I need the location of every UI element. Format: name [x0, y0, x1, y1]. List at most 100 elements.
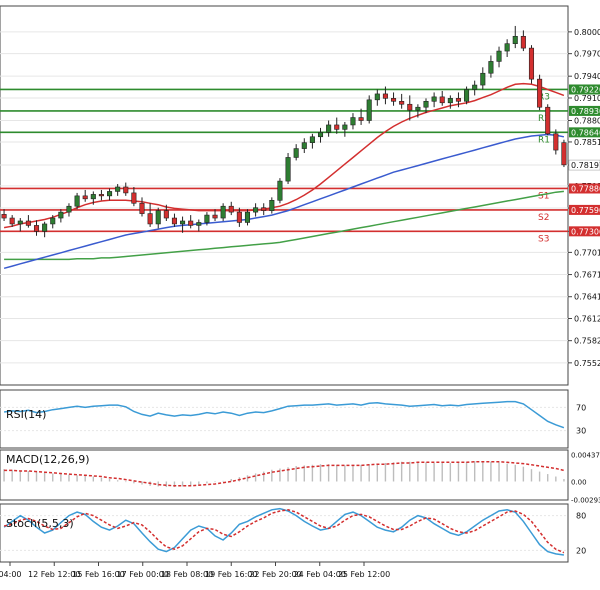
macd-label: MACD(12,26,9)	[6, 453, 90, 466]
candle-body	[98, 194, 104, 197]
candle-body	[228, 205, 234, 213]
candle-body	[480, 72, 486, 86]
macd-histogram-bar	[165, 481, 168, 488]
candle-body	[504, 43, 510, 52]
macd-histogram-bar	[473, 461, 476, 482]
macd-histogram-bar	[35, 471, 38, 482]
macd-histogram-bar	[141, 481, 143, 485]
candle-body	[131, 192, 137, 204]
macd-histogram-bar	[506, 463, 508, 482]
candle-body	[374, 93, 380, 101]
candle-body	[528, 47, 535, 80]
candle-body	[188, 220, 194, 226]
macd-histogram-bar	[76, 475, 78, 482]
candle-body	[553, 133, 559, 151]
candle-body	[464, 89, 470, 102]
candle-body	[212, 214, 218, 219]
macd-histogram-bar	[417, 461, 419, 482]
stoch-label: Stoch(5,5,3)	[6, 517, 74, 530]
price-axis-label: 0.76120	[574, 315, 600, 324]
candle-body	[512, 35, 518, 44]
candle-body	[317, 132, 324, 138]
macd-histogram-bar	[433, 462, 435, 482]
candle-body	[447, 98, 453, 104]
rsi-label: RSI(14)	[6, 408, 46, 421]
macd-histogram-bar	[352, 465, 354, 482]
macd-histogram-bar	[360, 464, 362, 482]
macd-histogram-bar	[547, 474, 549, 482]
candle-body	[342, 124, 348, 130]
macd-histogram-bar	[336, 464, 338, 482]
macd-histogram-bar	[376, 463, 379, 482]
macd-histogram-bar	[222, 480, 224, 482]
macd-histogram-bar	[198, 481, 200, 485]
candle-body	[407, 103, 413, 111]
candle-body	[285, 157, 291, 182]
candle-body	[334, 124, 340, 130]
macd-histogram-bar	[482, 461, 484, 482]
macd-histogram-bar	[11, 469, 13, 482]
price-axis-label: 0.76715	[574, 271, 600, 280]
candle-body	[123, 186, 129, 194]
candle-body	[301, 142, 307, 149]
candle-body	[9, 217, 15, 225]
candle-body	[147, 213, 153, 225]
candle-body	[74, 195, 80, 207]
macd-histogram-bar	[465, 461, 468, 482]
rsi-axis-label: 70	[576, 403, 586, 412]
forex-chart: 0.80000 0.79705 0.79400 0.79105 0.78800 0.785…	[0, 0, 600, 586]
price-axis-label: 0.78800	[574, 117, 600, 126]
stoch-axis-label: 80	[576, 512, 586, 521]
rsi-axis-label: 30	[576, 427, 586, 436]
macd-axis-label: 0.00	[571, 478, 587, 486]
stoch-axis-label: 20	[576, 546, 586, 555]
level-price-label: 0.77880	[571, 184, 600, 193]
candle-body	[204, 214, 210, 223]
macd-histogram-bar	[92, 476, 95, 482]
price-axis-label: 0.75820	[574, 337, 600, 346]
candle-body	[58, 211, 64, 219]
candle-body	[545, 106, 551, 135]
candle-body	[261, 207, 267, 211]
candle-body	[42, 223, 48, 232]
level-name-s3: S3	[538, 234, 549, 244]
candle-body	[472, 84, 478, 90]
level-price-label: 0.78640	[571, 128, 600, 137]
candle-body	[439, 96, 445, 104]
macd-histogram-bar	[400, 461, 403, 482]
level-price-label: 0.78930	[571, 107, 600, 116]
candle-body	[269, 200, 275, 211]
macd-histogram-bar	[522, 466, 525, 482]
macd-histogram-bar	[449, 462, 452, 482]
candle-body	[382, 93, 388, 99]
level-price-label: 0.77590	[571, 206, 600, 215]
macd-histogram-bar	[214, 481, 216, 483]
macd-histogram-bar	[100, 477, 103, 482]
price-axis-label: 0.79105	[574, 94, 600, 103]
candle-body	[496, 50, 502, 62]
macd-histogram-bar	[181, 481, 184, 487]
macd-histogram-bar	[84, 475, 86, 482]
candle-body	[196, 222, 202, 226]
macd-histogram-bar	[498, 462, 500, 482]
macd-histogram-bar	[530, 469, 533, 482]
price-axis-label: 0.78510	[574, 138, 600, 147]
price-axis-label: 0.79705	[574, 50, 600, 59]
candle-body	[25, 220, 31, 226]
macd-histogram-bar	[457, 462, 460, 482]
macd-histogram-bar	[108, 479, 111, 482]
level-price-label: 0.77300	[571, 227, 600, 236]
macd-histogram-bar	[19, 470, 21, 482]
candle-body	[115, 186, 121, 192]
candle-body	[455, 98, 461, 102]
macd-histogram-bar	[490, 461, 492, 482]
candle-body	[244, 211, 251, 223]
price-axis-label: 0.77015	[574, 248, 600, 257]
candle-body	[423, 101, 429, 108]
candle-body	[139, 202, 145, 214]
candle-body	[350, 117, 356, 126]
candle-body	[220, 205, 226, 219]
price-axis-label: 0.75520	[574, 359, 600, 368]
macd-histogram-bar	[43, 472, 46, 482]
macd-histogram-bar	[555, 476, 557, 482]
